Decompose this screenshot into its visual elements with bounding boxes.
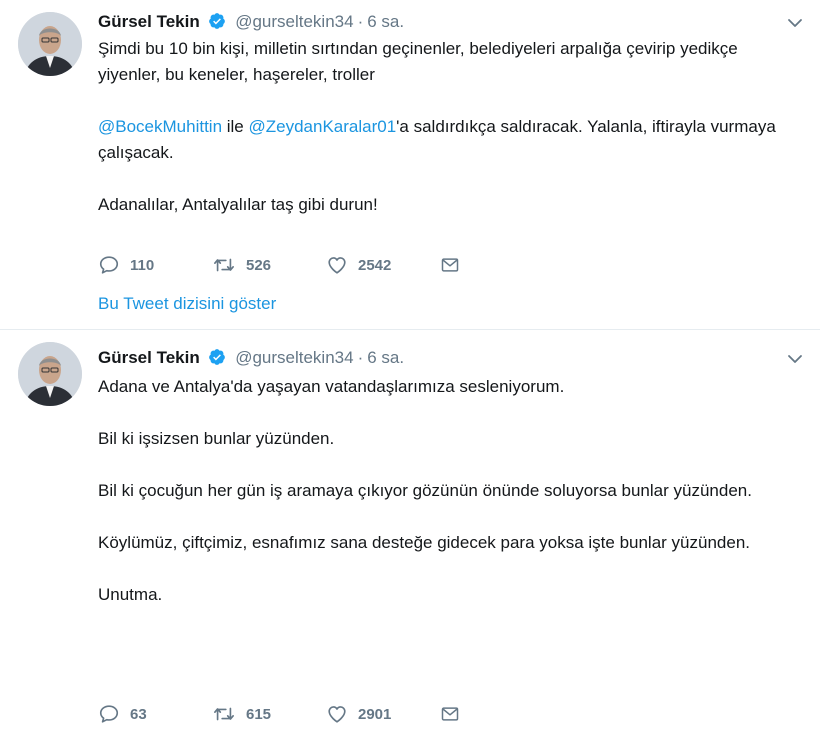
author-handle[interactable]: @gurseltekin34 (235, 348, 353, 367)
tweet-actions: 110 526 2542 (98, 253, 470, 277)
avatar[interactable] (18, 12, 82, 76)
tweet-text: Şimdi bu 10 bin kişi, milletin sırtından… (98, 36, 798, 218)
text-segment: Köylümüz, çiftçimiz, esnafımız sana dest… (98, 533, 751, 552)
like-button[interactable]: 2901 (326, 703, 440, 725)
reply-icon (99, 705, 119, 723)
direct-message-button[interactable] (440, 703, 470, 725)
reply-button[interactable]: 63 (98, 703, 212, 725)
verified-badge-icon (208, 12, 226, 37)
text-segment: Bil ki işsizsen bunlar yüzünden. (98, 429, 335, 448)
retweet-count: 615 (246, 705, 272, 723)
tweet-paragraph: Bil ki çocuğun her gün iş aramaya çıkıyo… (98, 478, 798, 504)
text-segment: Unutma. (98, 585, 163, 604)
tweet-paragraph: @BocekMuhittin ile @ZeydanKaralar01'a sa… (98, 114, 798, 166)
timestamp[interactable]: 6 sa. (367, 348, 404, 367)
direct-message-button[interactable] (440, 254, 470, 276)
text-segment: Bil ki çocuğun her gün iş aramaya çıkıyo… (98, 481, 752, 500)
like-heart-icon (328, 706, 346, 723)
tweet-paragraph: Adanalılar, Antalyalılar taş gibi durun! (98, 192, 798, 218)
reply-button[interactable]: 110 (98, 254, 212, 276)
like-count: 2901 (358, 705, 392, 723)
like-count: 2542 (358, 256, 392, 274)
tweet-header: Gürsel Tekin @gurseltekin34 · 6 sa. (98, 10, 404, 34)
text-segment: Adanalılar, Antalyalılar taş gibi durun! (98, 195, 378, 214)
author-handle[interactable]: @gurseltekin34 (235, 12, 353, 31)
direct-message-icon (441, 258, 459, 272)
text-segment: ile (222, 117, 249, 136)
tweet-paragraph: Bil ki işsizsen bunlar yüzünden. (98, 426, 798, 452)
tweet-paragraph: Şimdi bu 10 bin kişi, milletin sırtından… (98, 36, 798, 88)
reply-count: 63 (130, 705, 147, 723)
text-segment: Şimdi bu 10 bin kişi, milletin sırtından… (98, 39, 738, 84)
tweet-actions: 63 615 2901 (98, 702, 470, 726)
show-thread-link[interactable]: Bu Tweet dizisini göster (98, 294, 276, 314)
reply-icon (99, 256, 119, 274)
author-name[interactable]: Gürsel Tekin (98, 348, 200, 367)
author-name[interactable]: Gürsel Tekin (98, 12, 200, 31)
mention-link[interactable]: @ZeydanKaralar01 (249, 117, 397, 136)
tweet[interactable]: Gürsel Tekin @gurseltekin34 · 6 sa. Adana … (0, 330, 820, 733)
tweet-paragraph: Köylümüz, çiftçimiz, esnafımız sana dest… (98, 530, 798, 556)
retweet-button[interactable]: 615 (212, 703, 326, 725)
separator: · (357, 12, 364, 31)
tweet[interactable]: Gürsel Tekin @gurseltekin34 · 6 sa. Şimdi … (0, 0, 820, 330)
chevron-down-icon[interactable] (786, 14, 804, 32)
tweet-text: Adana ve Antalya'da yaşayan vatandaşları… (98, 374, 798, 608)
separator: · (357, 348, 364, 367)
retweet-icon (214, 707, 234, 721)
like-heart-icon (328, 257, 346, 274)
tweet-paragraph: Unutma. (98, 582, 798, 608)
direct-message-icon (441, 707, 459, 721)
retweet-icon (214, 258, 234, 272)
retweet-button[interactable]: 526 (212, 254, 326, 276)
mention-link[interactable]: @BocekMuhittin (98, 117, 222, 136)
chevron-down-icon[interactable] (786, 350, 804, 368)
tweet-paragraph: Adana ve Antalya'da yaşayan vatandaşları… (98, 374, 798, 400)
timestamp[interactable]: 6 sa. (367, 12, 404, 31)
tweet-header: Gürsel Tekin @gurseltekin34 · 6 sa. (98, 346, 404, 370)
verified-badge-icon (208, 348, 226, 373)
retweet-count: 526 (246, 256, 272, 274)
reply-count: 110 (130, 256, 155, 274)
like-button[interactable]: 2542 (326, 254, 440, 276)
avatar[interactable] (18, 342, 82, 406)
text-segment: Adana ve Antalya'da yaşayan vatandaşları… (98, 377, 565, 396)
